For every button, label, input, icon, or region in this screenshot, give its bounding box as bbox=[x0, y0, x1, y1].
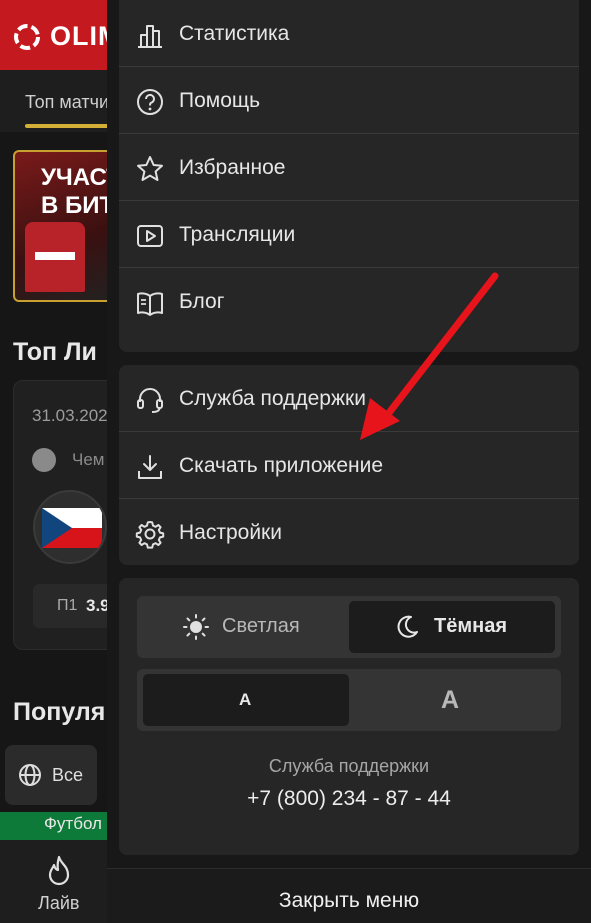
promo-banner[interactable]: УЧАСТВ В БИТ bbox=[13, 150, 110, 302]
menu-item-label: Статистика bbox=[179, 22, 290, 45]
fire-icon[interactable] bbox=[45, 855, 73, 887]
question-circle-icon bbox=[135, 87, 165, 117]
logo-text: OLIM bbox=[50, 21, 110, 51]
play-icon bbox=[135, 221, 165, 251]
menu-item-label: Трансляции bbox=[179, 223, 296, 246]
menu-group-service: Служба поддержки Скачать приложение Наст… bbox=[119, 365, 579, 565]
font-size-large-option[interactable]: A bbox=[349, 674, 555, 726]
support-label: Служба поддержки bbox=[268, 756, 430, 776]
top-leagues-title: Топ Ли bbox=[13, 338, 97, 366]
support-phone-link[interactable]: +7 (800) 234 - 87 - 44 bbox=[119, 787, 579, 811]
app-header: OLIM bbox=[0, 0, 110, 70]
menu-item-download-app[interactable]: Скачать приложение bbox=[119, 432, 579, 499]
menu-item-statistics[interactable]: Статистика bbox=[119, 0, 579, 67]
font-size-switch: A A bbox=[137, 669, 561, 731]
active-tab-indicator bbox=[25, 124, 110, 128]
olimp-logo-icon bbox=[14, 24, 40, 50]
banner-text: УЧАСТВ В БИТ bbox=[41, 164, 110, 219]
bottom-nav-live-label[interactable]: Лайв bbox=[38, 893, 79, 914]
font-size-small-option[interactable]: A bbox=[143, 674, 349, 726]
sun-icon bbox=[183, 614, 209, 640]
globe-icon bbox=[19, 764, 41, 786]
menu-item-blog[interactable]: Блог bbox=[119, 268, 579, 335]
menu-item-broadcasts[interactable]: Трансляции bbox=[119, 201, 579, 268]
championship-name: Чем bbox=[72, 450, 105, 469]
theme-light-label: Светлая bbox=[222, 615, 300, 637]
menu-item-help[interactable]: Помощь bbox=[119, 67, 579, 134]
football-label: Футбол bbox=[44, 814, 102, 833]
moon-icon bbox=[397, 615, 418, 638]
menu-item-label: Блог bbox=[179, 290, 225, 313]
menu-group-main: Статистика Помощь Избранное Трансляции Б… bbox=[119, 0, 579, 352]
menu-item-favorites[interactable]: Избранное bbox=[119, 134, 579, 201]
jersey-image bbox=[25, 222, 85, 292]
font-size-large-label: A bbox=[441, 686, 460, 714]
menu-item-label: Избранное bbox=[179, 156, 286, 179]
top-tabs: Топ матчи bbox=[0, 70, 110, 132]
menu-item-label: Помощь bbox=[179, 89, 261, 112]
close-menu-label: Закрыть меню bbox=[278, 889, 420, 912]
font-size-small-label: A bbox=[239, 690, 252, 709]
menu-item-label: Служба поддержки bbox=[179, 387, 366, 410]
menu-item-label: Скачать приложение bbox=[179, 454, 384, 477]
filter-all-label: Все bbox=[52, 765, 84, 785]
team-flag bbox=[33, 490, 107, 564]
menu-item-settings[interactable]: Настройки bbox=[119, 499, 579, 565]
tab-top-matches[interactable]: Топ матчи bbox=[25, 92, 109, 113]
menu-item-label: Настройки bbox=[179, 521, 282, 544]
close-menu-button[interactable]: Закрыть меню bbox=[107, 868, 591, 923]
appearance-settings: Светлая Тёмная A A Служба поддержки +7 (… bbox=[119, 578, 579, 855]
gear-icon bbox=[135, 519, 165, 549]
czech-flag-icon bbox=[42, 508, 102, 548]
match-date: 31.03.202 bbox=[32, 406, 108, 425]
star-icon bbox=[135, 154, 165, 184]
headset-icon bbox=[135, 385, 165, 415]
bar-chart-icon bbox=[135, 20, 165, 50]
theme-dark-option[interactable]: Тёмная bbox=[349, 601, 555, 653]
theme-dark-label: Тёмная bbox=[434, 615, 508, 637]
background-page: OLIM Топ матчи УЧАСТВ В БИТ Топ Ли 31.03… bbox=[0, 0, 110, 923]
book-icon bbox=[135, 288, 165, 318]
theme-switch: Светлая Тёмная bbox=[137, 596, 561, 658]
soccer-ball-icon bbox=[32, 448, 56, 472]
filter-all-button[interactable]: Все bbox=[5, 745, 97, 805]
popular-title: Популя bbox=[13, 698, 106, 726]
download-icon bbox=[135, 452, 165, 482]
odd-label: П1 bbox=[57, 597, 78, 614]
menu-item-support[interactable]: Служба поддержки bbox=[119, 365, 579, 432]
side-menu: Статистика Помощь Избранное Трансляции Б… bbox=[107, 0, 591, 923]
theme-light-option[interactable]: Светлая bbox=[142, 601, 347, 653]
